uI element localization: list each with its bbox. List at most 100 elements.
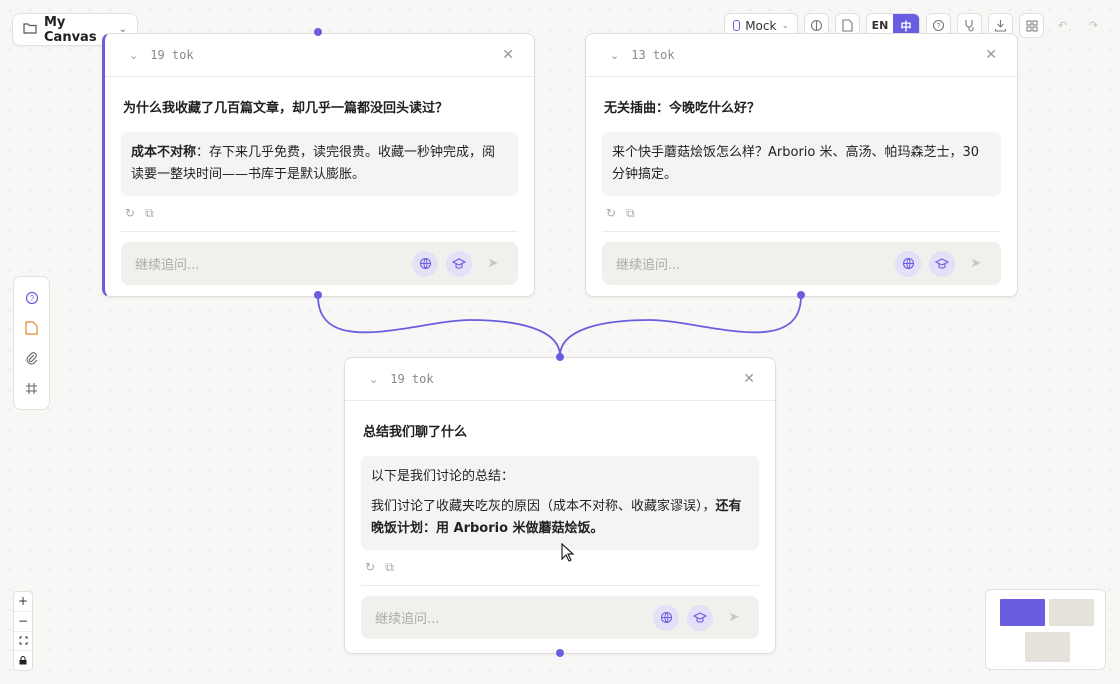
token-count: 19 tok	[150, 48, 194, 62]
globe-icon	[419, 257, 431, 270]
graduation-cap-icon	[935, 257, 949, 269]
download-icon	[994, 20, 1007, 32]
connection-handle-top[interactable]	[556, 353, 564, 361]
ask-tool-button[interactable]: ?	[22, 288, 42, 308]
divider	[121, 231, 518, 232]
redo-icon: ↷	[1088, 19, 1099, 32]
zoom-out-button[interactable]: −	[14, 612, 32, 632]
fit-view-button[interactable]	[14, 632, 32, 652]
zoom-controls: + −	[13, 591, 33, 671]
connection-handle-bottom[interactable]	[556, 649, 564, 657]
paperclip-icon	[26, 352, 38, 365]
send-icon[interactable]: ➤	[721, 605, 747, 631]
svg-text:?: ?	[29, 294, 34, 303]
chevron-down-icon[interactable]: ⌄	[610, 49, 619, 62]
answer-box: 以下是我们讨论的总结： 我们讨论了收藏夹吃灰的原因（成本不对称、收藏家谬误），还…	[361, 456, 759, 550]
copy-icon[interactable]: ⧉	[145, 206, 154, 221]
connection-handle-bottom[interactable]	[314, 291, 322, 299]
learn-mode-button[interactable]	[929, 250, 955, 277]
answer-actions: ↻ ⧉	[121, 196, 518, 231]
question-text: 无关插曲：今晚吃什么好？	[604, 101, 761, 116]
answer-box: 来个快手蘑菇烩饭怎么样？Arborio 米、高汤、帕玛森芝士，30 分钟搞定。	[602, 132, 1001, 196]
connection-handle-bottom[interactable]	[797, 291, 805, 299]
regenerate-icon[interactable]: ↻	[125, 206, 135, 221]
answer-actions: ↻ ⧉	[602, 196, 1001, 231]
chevron-down-icon: ⌄	[781, 20, 789, 31]
card-header: ⌄ 19 tok ✕	[345, 358, 775, 401]
close-icon[interactable]: ✕	[743, 371, 755, 387]
fit-view-icon	[19, 636, 27, 645]
card-header: ⌄ 19 tok ✕	[105, 34, 534, 77]
attach-tool-button[interactable]	[22, 348, 42, 368]
send-icon[interactable]: ➤	[480, 251, 506, 277]
file-icon	[842, 19, 853, 32]
globe-icon	[660, 611, 672, 624]
model-label: Mock	[745, 18, 777, 33]
graduation-cap-icon	[452, 257, 466, 269]
copy-icon[interactable]: ⧉	[385, 560, 394, 575]
frame-tool-button[interactable]	[22, 378, 42, 398]
lock-icon	[19, 656, 27, 665]
answer-paragraph: 我们讨论了收藏夹吃灰的原因（成本不对称、收藏家谬误），还有晚饭计划：用 Arbo…	[371, 496, 749, 540]
answer-actions: ↻ ⧉	[361, 550, 759, 585]
chat-card-1[interactable]: ⌄ 19 tok ✕ 为什么我收藏了几百篇文章，却几乎一篇都没回头读过？ 成本不…	[102, 33, 535, 297]
question-text: 为什么我收藏了几百篇文章，却几乎一篇都没回头读过？	[123, 101, 449, 116]
divider	[602, 231, 1001, 232]
followup-input[interactable]: 继续追问... ➤	[602, 242, 1001, 285]
mouse-cursor-icon	[561, 543, 575, 562]
answer-text: 来个快手蘑菇烩饭怎么样？Arborio 米、高汤、帕玛森芝士，30 分钟搞定。	[612, 145, 980, 182]
token-count: 13 tok	[631, 48, 675, 62]
token-count: 19 tok	[390, 372, 434, 386]
regenerate-icon[interactable]: ↻	[365, 560, 375, 575]
zoom-in-button[interactable]: +	[14, 592, 32, 612]
edge-card2-to-card3	[559, 295, 802, 357]
learn-mode-button[interactable]	[446, 250, 472, 277]
chip-icon	[733, 20, 741, 31]
close-icon[interactable]: ✕	[985, 47, 997, 63]
chat-card-2[interactable]: ⌄ 13 tok ✕ 无关插曲：今晚吃什么好？ 来个快手蘑菇烩饭怎么样？Arbo…	[585, 33, 1018, 297]
web-search-button[interactable]	[653, 604, 679, 631]
learn-mode-button[interactable]	[687, 604, 713, 631]
answer-bold: 成本不对称	[131, 145, 197, 160]
undo-icon: ↶	[1057, 19, 1068, 32]
divider	[361, 585, 759, 586]
note-tool-button[interactable]	[22, 318, 42, 338]
send-icon[interactable]: ➤	[963, 251, 989, 277]
globe-icon	[902, 257, 914, 270]
followup-input[interactable]: 继续追问... ➤	[121, 242, 518, 285]
question-text: 总结我们聊了什么	[363, 425, 468, 440]
grid-icon	[1026, 20, 1037, 31]
help-circle-icon: ?	[25, 291, 38, 305]
connection-handle-top[interactable]	[314, 28, 322, 36]
answer-box: 成本不对称：存下来几乎免费，读完很贵。收藏一秒钟完成，阅读要一整块时间——书库于…	[121, 132, 518, 196]
note-icon	[25, 321, 38, 335]
minimap-node-selected	[1000, 599, 1045, 626]
minimap-node	[1025, 632, 1070, 662]
stethoscope-icon	[965, 20, 974, 32]
followup-placeholder: 继续追问...	[135, 258, 200, 273]
folder-icon	[23, 22, 37, 38]
chevron-down-icon[interactable]: ⌄	[369, 373, 378, 386]
followup-placeholder: 继续追问...	[616, 258, 681, 273]
followup-placeholder: 继续追问...	[375, 612, 440, 627]
chat-card-3[interactable]: ⌄ 19 tok ✕ 总结我们聊了什么 以下是我们讨论的总结： 我们讨论了收藏夹…	[344, 357, 776, 654]
side-tool-panel: ?	[13, 276, 50, 410]
web-search-button[interactable]	[895, 250, 921, 277]
hash-icon	[26, 382, 37, 394]
minimap[interactable]	[985, 589, 1106, 670]
answer-intro: 以下是我们讨论的总结：	[371, 469, 515, 484]
chevron-down-icon[interactable]: ⌄	[129, 49, 138, 62]
close-icon[interactable]: ✕	[502, 47, 514, 63]
undo-button[interactable]: ↶	[1050, 13, 1075, 38]
redo-button[interactable]: ↷	[1081, 13, 1106, 38]
graduation-cap-icon	[693, 611, 707, 623]
followup-input[interactable]: 继续追问... ➤	[361, 596, 759, 639]
minimap-node	[1049, 599, 1094, 626]
copy-icon[interactable]: ⧉	[626, 206, 635, 221]
regenerate-icon[interactable]: ↻	[606, 206, 616, 221]
contrast-icon	[810, 19, 823, 32]
layout-grid-button[interactable]	[1019, 13, 1044, 38]
svg-text:?: ?	[937, 23, 941, 30]
web-search-button[interactable]	[412, 250, 438, 277]
lock-button[interactable]	[14, 651, 32, 670]
